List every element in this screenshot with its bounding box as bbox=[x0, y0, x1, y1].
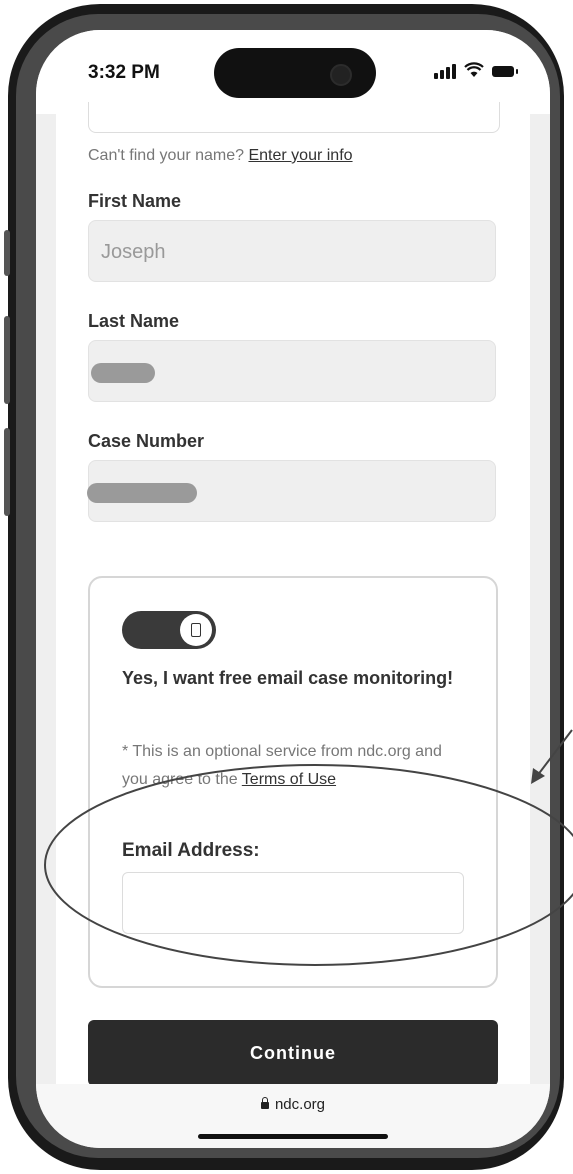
email-address-input[interactable] bbox=[122, 872, 464, 934]
enter-info-link[interactable]: Enter your info bbox=[248, 147, 352, 164]
dynamic-island bbox=[214, 48, 376, 98]
name-search-field[interactable] bbox=[88, 102, 500, 133]
phone-side-button bbox=[4, 316, 10, 404]
case-number-label: Case Number bbox=[88, 431, 205, 451]
continue-button[interactable]: Continue bbox=[88, 1020, 498, 1086]
cant-find-text: Can't find your name? Enter your info bbox=[88, 147, 353, 165]
first-name-label: First Name bbox=[88, 191, 182, 211]
email-monitoring-toggle[interactable] bbox=[122, 611, 216, 649]
optin-heading: Yes, I want free email case monitoring! bbox=[122, 668, 454, 688]
status-time: 3:32 PM bbox=[88, 62, 160, 83]
email-monitoring-card: Yes, I want free email case monitoring! … bbox=[88, 576, 498, 988]
case-number-field[interactable] bbox=[87, 460, 496, 522]
last-name-label: Last Name bbox=[88, 311, 180, 331]
toggle-knob bbox=[180, 614, 212, 646]
lock-icon bbox=[260, 1097, 269, 1109]
url-text: ndc.org bbox=[274, 1096, 326, 1113]
terms-of-use-link[interactable]: Terms of Use bbox=[242, 771, 336, 788]
redacted-last-name bbox=[91, 363, 155, 383]
url-display: ndc.org bbox=[36, 1096, 550, 1113]
optional-service-note: * This is an optional service from ndc.o… bbox=[122, 738, 472, 794]
wifi-icon bbox=[464, 61, 484, 81]
home-indicator bbox=[198, 1134, 388, 1139]
cant-find-label: Can't find your name? bbox=[88, 147, 245, 164]
first-name-value: Joseph bbox=[101, 241, 166, 263]
email-address-label: Email Address: bbox=[122, 840, 260, 861]
last-name-field[interactable] bbox=[88, 340, 496, 402]
redacted-case-number bbox=[87, 483, 197, 503]
battery-icon bbox=[492, 65, 518, 77]
phone-side-button bbox=[4, 230, 10, 276]
status-icons bbox=[434, 60, 518, 82]
phone-side-button bbox=[4, 428, 10, 516]
camera-icon bbox=[330, 64, 352, 86]
form-content: Can't find your name? Enter your info Fi… bbox=[56, 102, 530, 1086]
phone-screen: 3:32 PM Can't find your name? Enter your… bbox=[36, 30, 550, 1148]
signal-icon bbox=[434, 63, 456, 79]
first-name-field[interactable]: Joseph bbox=[88, 220, 496, 282]
